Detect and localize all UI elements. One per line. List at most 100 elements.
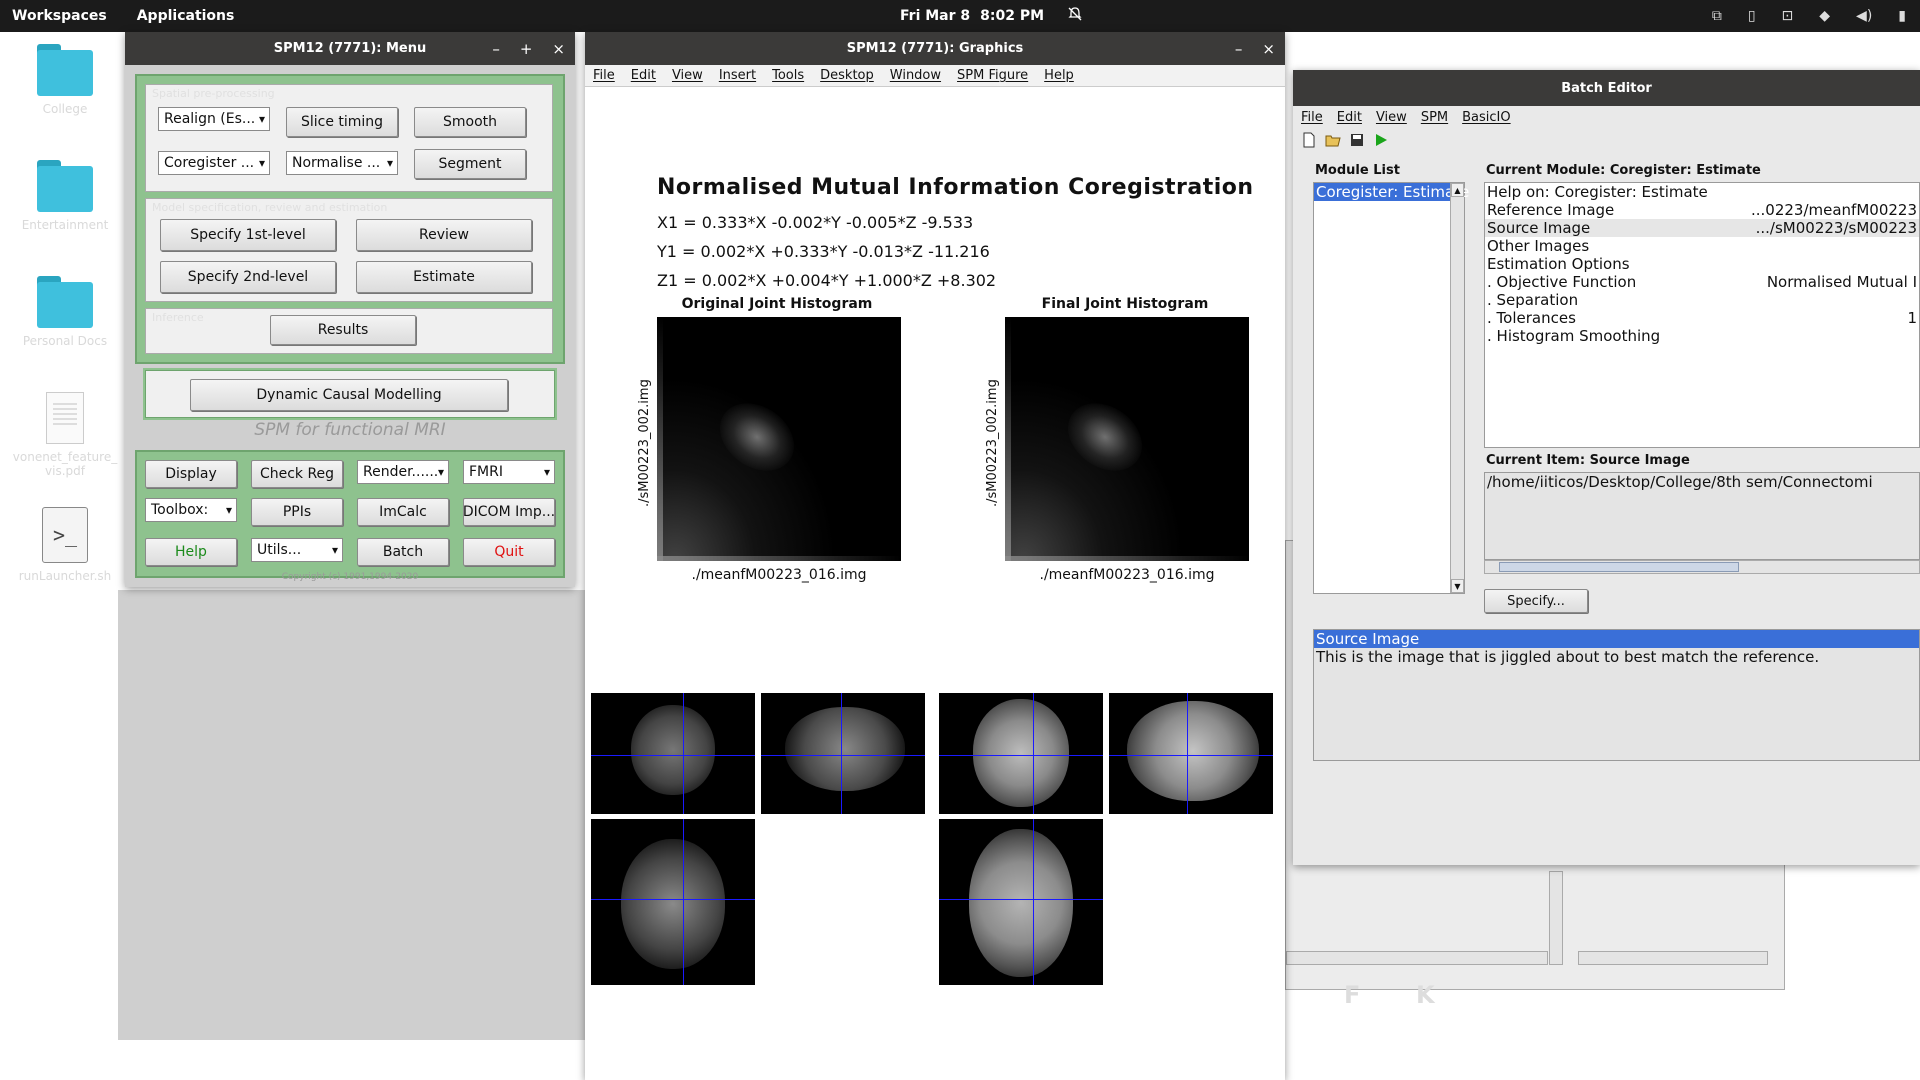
menu-tools[interactable]: Tools xyxy=(772,68,804,83)
applications-menu[interactable]: Applications xyxy=(137,8,235,24)
scrollbar[interactable] xyxy=(1549,871,1563,965)
utils-select[interactable]: Utils... xyxy=(251,538,343,562)
segment-button[interactable]: Segment xyxy=(414,149,526,179)
display-button[interactable]: Display xyxy=(145,460,237,488)
current-item-value[interactable]: /home/iiticos/Desktop/College/8th sem/Co… xyxy=(1485,473,1919,491)
menu-window[interactable]: Window xyxy=(890,68,941,83)
module-row-selected[interactable]: Source Image .../sM00223/sM00223 xyxy=(1485,219,1919,237)
module-row[interactable]: Other Images xyxy=(1485,237,1919,255)
menu-view[interactable]: View xyxy=(1376,110,1407,125)
help-box: Source Image This is the image that is j… xyxy=(1313,629,1920,761)
module-row[interactable]: Help on: Coregister: Estimate xyxy=(1485,183,1919,201)
run-icon[interactable] xyxy=(1373,132,1389,148)
spm-menu-window: SPM12 (7771): Menu – + × Spatial pre-pro… xyxy=(125,32,575,587)
menu-view[interactable]: View xyxy=(672,68,703,83)
display-icon[interactable]: ⊡ xyxy=(1782,8,1794,24)
specify-1st-level-button[interactable]: Specify 1st-level xyxy=(160,219,336,251)
menu-help[interactable]: Help xyxy=(1044,68,1074,83)
desktop-folder-personal-docs[interactable]: Personal Docs xyxy=(10,276,120,348)
battery-icon[interactable]: ▮ xyxy=(1898,8,1906,24)
batch-button[interactable]: Batch xyxy=(357,538,449,566)
open-folder-icon[interactable] xyxy=(1325,132,1341,148)
estimate-button[interactable]: Estimate xyxy=(356,261,532,293)
toolbox-select[interactable]: Toolbox: xyxy=(145,498,237,522)
results-button[interactable]: Results xyxy=(270,315,416,345)
minimize-icon[interactable]: – xyxy=(492,40,500,58)
window-titlebar[interactable]: Batch Editor xyxy=(1293,70,1920,106)
module-row[interactable]: . Tolerances 1 xyxy=(1485,309,1919,327)
module-row[interactable]: . Objective Function Normalised Mutual I xyxy=(1485,273,1919,291)
menu-desktop[interactable]: Desktop xyxy=(820,68,874,83)
spm-top-panel: Spatial pre-processing Realign (Es... Sl… xyxy=(135,74,565,364)
review-button[interactable]: Review xyxy=(356,219,532,251)
window-titlebar[interactable]: SPM12 (7771): Menu – + × xyxy=(125,32,575,65)
clock-date: Fri Mar 8 xyxy=(900,8,971,24)
module-row[interactable]: Estimation Options xyxy=(1485,255,1919,273)
menu-file[interactable]: File xyxy=(1301,110,1323,125)
current-item-field[interactable]: /home/iiticos/Desktop/College/8th sem/Co… xyxy=(1484,472,1920,560)
module-list-item[interactable]: Coregister: Estimate xyxy=(1314,183,1469,201)
modality-select[interactable]: FMRI xyxy=(463,460,555,484)
close-icon[interactable]: × xyxy=(552,40,565,58)
equation-y: Y1 = 0.002*X +0.333*Y -0.013*Z -11.216 xyxy=(657,242,990,261)
maximize-icon[interactable]: + xyxy=(520,40,533,58)
current-module-list[interactable]: Help on: Coregister: Estimate Reference … xyxy=(1484,182,1920,448)
screen-icon[interactable]: ⧉ xyxy=(1712,8,1722,24)
imcalc-button[interactable]: ImCalc xyxy=(357,498,449,526)
module-row[interactable]: . Histogram Smoothing xyxy=(1485,327,1919,345)
window-title: SPM12 (7771): Menu xyxy=(273,41,427,56)
source-coronal-view xyxy=(591,693,755,814)
help-button[interactable]: Help xyxy=(145,538,237,566)
scrollbar[interactable] xyxy=(1484,560,1920,574)
desktop-file-script[interactable]: >_ runLauncher.sh xyxy=(10,507,120,583)
menu-edit[interactable]: Edit xyxy=(631,68,656,83)
specify-button[interactable]: Specify... xyxy=(1484,589,1588,613)
batch-menubar: File Edit View SPM BasicIO xyxy=(1293,106,1920,128)
menu-spm-figure[interactable]: SPM Figure xyxy=(957,68,1028,83)
normalise-select[interactable]: Normalise ... xyxy=(286,151,398,175)
clipboard-icon[interactable]: ▯ xyxy=(1748,8,1756,24)
module-row[interactable]: . Separation xyxy=(1485,291,1919,309)
close-icon[interactable]: × xyxy=(1262,40,1275,58)
copyright-text: Copyright (c) 1991,1994-2020 xyxy=(281,572,419,582)
menu-spm[interactable]: SPM xyxy=(1421,110,1448,125)
render-select[interactable]: Render...... xyxy=(357,460,449,484)
menu-basicio[interactable]: BasicIO xyxy=(1462,110,1510,125)
module-list[interactable]: Coregister: Estimate ▲ ▼ xyxy=(1313,182,1469,594)
script-icon: >_ xyxy=(42,507,88,563)
module-row[interactable]: Reference Image ...0223/meanfM00223 xyxy=(1485,201,1919,219)
menu-insert[interactable]: Insert xyxy=(719,68,756,83)
scrollbar[interactable]: ▲ ▼ xyxy=(1450,183,1464,593)
workspaces-menu[interactable]: Workspaces xyxy=(12,8,107,24)
desktop-folder-entertainment[interactable]: Entertainment xyxy=(10,160,120,232)
top-panel: Workspaces Applications Fri Mar 8 8:02 P… xyxy=(0,0,1920,32)
desktop-folder-college[interactable]: College xyxy=(10,44,120,116)
save-icon[interactable] xyxy=(1349,132,1365,148)
desktop-file-pdf[interactable]: vonenet_feature_vis.pdf xyxy=(10,392,120,478)
menu-file[interactable]: File xyxy=(593,68,615,83)
scrollbar[interactable] xyxy=(1286,951,1548,965)
minimize-icon[interactable]: – xyxy=(1235,40,1243,58)
desktop-icon-label: runLauncher.sh xyxy=(18,569,112,583)
ppis-button[interactable]: PPIs xyxy=(251,498,343,526)
volume-icon[interactable]: ◀) xyxy=(1856,8,1872,24)
wifi-icon[interactable]: ◆ xyxy=(1819,8,1830,24)
dcm-button[interactable]: Dynamic Causal Modelling xyxy=(190,379,508,411)
smooth-button[interactable]: Smooth xyxy=(414,107,526,137)
window-titlebar[interactable]: SPM12 (7771): Graphics – × xyxy=(585,32,1285,65)
quit-button[interactable]: Quit xyxy=(463,538,555,566)
scrollbar[interactable] xyxy=(1578,951,1768,965)
dicom-import-button[interactable]: DICOM Imp... xyxy=(463,498,555,526)
specify-2nd-level-button[interactable]: Specify 2nd-level xyxy=(160,261,336,293)
clock[interactable]: Fri Mar 8 8:02 PM xyxy=(900,0,1082,32)
original-histogram-title: Original Joint Histogram xyxy=(681,296,873,312)
new-file-icon[interactable] xyxy=(1301,132,1317,148)
equation-x: X1 = 0.333*X -0.002*Y -0.005*Z -9.533 xyxy=(657,213,974,232)
slice-timing-button[interactable]: Slice timing xyxy=(286,107,398,137)
folder-icon xyxy=(37,276,93,328)
coregister-select[interactable]: Coregister ... xyxy=(158,151,270,175)
realign-select[interactable]: Realign (Es... xyxy=(158,107,270,131)
menu-edit[interactable]: Edit xyxy=(1337,110,1362,125)
check-reg-button[interactable]: Check Reg xyxy=(251,460,343,488)
original-histogram-ylabel: ./sM00223_002.img xyxy=(637,379,652,507)
